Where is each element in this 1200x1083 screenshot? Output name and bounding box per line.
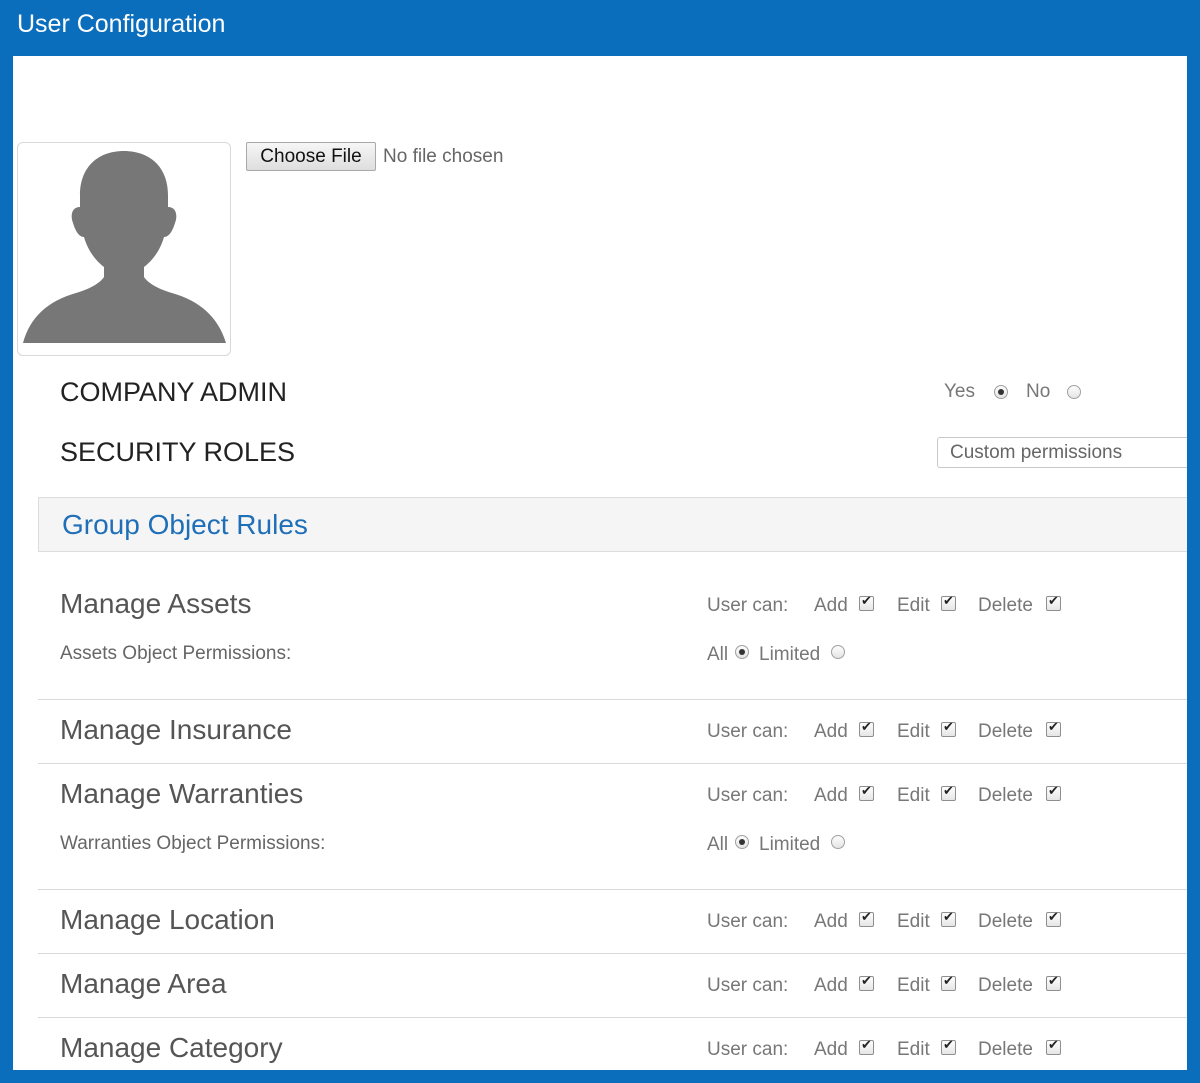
company-admin-no-label: No xyxy=(1026,381,1051,402)
manage-category-edit-label: Edit xyxy=(897,1039,930,1060)
section-divider xyxy=(38,1017,1187,1018)
manage-warranties-add-checkbox[interactable] xyxy=(859,784,874,801)
file-status-text: No file chosen xyxy=(383,146,504,167)
manage-category-add-label: Add xyxy=(814,1039,848,1060)
avatar xyxy=(17,142,231,356)
manage-insurance-add-checkbox[interactable] xyxy=(859,720,874,737)
warranties-all-label: All xyxy=(707,834,729,855)
user-silhouette-icon xyxy=(23,151,226,343)
manage-assets-delete-label: Delete xyxy=(978,595,1033,616)
warranties-limited-label: Limited xyxy=(759,834,821,855)
manage-location-edit-checkbox[interactable] xyxy=(941,910,956,927)
manage-location-user-can-label: User can: xyxy=(707,911,789,932)
manage-category-edit-checkbox[interactable] xyxy=(941,1038,956,1055)
manage-warranties-user-can-label: User can: xyxy=(707,785,789,806)
warranties-limited-radio[interactable] xyxy=(831,835,845,849)
manage-warranties-delete-label: Delete xyxy=(978,785,1033,806)
warranties-object-permissions-label: Warranties Object Permissions: xyxy=(60,833,326,854)
manage-area-add-checkbox[interactable] xyxy=(859,974,874,991)
manage-area-edit-label: Edit xyxy=(897,975,930,996)
company-admin-yes-radio[interactable] xyxy=(994,385,1008,399)
manage-warranties-add-label: Add xyxy=(814,785,848,806)
manage-insurance-delete-checkbox[interactable] xyxy=(1046,720,1061,737)
security-roles-selected-value: Custom permissions xyxy=(950,442,1123,463)
manage-category-user-can-label: User can: xyxy=(707,1039,789,1060)
assets-limited-radio[interactable] xyxy=(831,645,845,659)
group-object-rules-header: Group Object Rules xyxy=(38,497,1187,552)
manage-area-delete-checkbox[interactable] xyxy=(1046,974,1061,991)
manage-area-edit-checkbox[interactable] xyxy=(941,974,956,991)
manage-insurance-user-can-label: User can: xyxy=(707,721,789,742)
manage-insurance-edit-checkbox[interactable] xyxy=(941,720,956,737)
manage-warranties-title: Manage Warranties xyxy=(60,778,304,809)
manage-category-title: Manage Category xyxy=(60,1032,283,1063)
manage-area-user-can-label: User can: xyxy=(707,975,789,996)
security-roles-select[interactable]: Custom permissions xyxy=(937,437,1187,468)
security-roles-label: SECURITY ROLES xyxy=(60,437,296,467)
manage-location-delete-checkbox[interactable] xyxy=(1046,910,1061,927)
company-admin-label: COMPANY ADMIN xyxy=(60,377,288,407)
manage-assets-title: Manage Assets xyxy=(60,588,252,619)
manage-warranties-edit-label: Edit xyxy=(897,785,930,806)
manage-category-delete-label: Delete xyxy=(978,1039,1033,1060)
manage-assets-add-checkbox[interactable] xyxy=(859,594,874,611)
manage-category-delete-checkbox[interactable] xyxy=(1046,1038,1061,1055)
manage-category-add-checkbox[interactable] xyxy=(859,1038,874,1055)
manage-area-delete-label: Delete xyxy=(978,975,1033,996)
manage-location-title: Manage Location xyxy=(60,904,275,935)
company-admin-no-radio[interactable] xyxy=(1067,385,1081,399)
title-bar: User Configuration xyxy=(0,0,1200,52)
manage-location-edit-label: Edit xyxy=(897,911,930,932)
manage-insurance-title: Manage Insurance xyxy=(60,714,292,745)
group-object-rules-title: Group Object Rules xyxy=(62,509,308,540)
choose-file-button[interactable]: Choose File xyxy=(246,142,376,171)
assets-object-permissions-label: Assets Object Permissions: xyxy=(60,643,292,664)
assets-all-label: All xyxy=(707,644,729,665)
manage-assets-edit-label: Edit xyxy=(897,595,930,616)
company-admin-yes-label: Yes xyxy=(944,381,975,402)
manage-insurance-edit-label: Edit xyxy=(897,721,930,742)
user-configuration-panel: Choose File No file chosen COMPANY ADMIN… xyxy=(13,56,1187,1070)
assets-all-radio[interactable] xyxy=(735,645,749,659)
manage-assets-add-label: Add xyxy=(814,595,848,616)
manage-area-add-label: Add xyxy=(814,975,848,996)
manage-area-title: Manage Area xyxy=(60,968,227,999)
window-title: User Configuration xyxy=(17,10,226,38)
manage-insurance-delete-label: Delete xyxy=(978,721,1033,742)
section-divider xyxy=(38,699,1187,700)
manage-location-delete-label: Delete xyxy=(978,911,1033,932)
manage-assets-delete-checkbox[interactable] xyxy=(1046,594,1061,611)
manage-location-add-checkbox[interactable] xyxy=(859,910,874,927)
section-divider xyxy=(38,763,1187,764)
manage-warranties-edit-checkbox[interactable] xyxy=(941,784,956,801)
warranties-all-radio[interactable] xyxy=(735,835,749,849)
manage-location-add-label: Add xyxy=(814,911,848,932)
manage-assets-user-can-label: User can: xyxy=(707,595,789,616)
manage-warranties-delete-checkbox[interactable] xyxy=(1046,784,1061,801)
section-divider xyxy=(38,953,1187,954)
section-divider xyxy=(38,889,1187,890)
manage-assets-edit-checkbox[interactable] xyxy=(941,594,956,611)
manage-insurance-add-label: Add xyxy=(814,721,848,742)
assets-limited-label: Limited xyxy=(759,644,821,665)
